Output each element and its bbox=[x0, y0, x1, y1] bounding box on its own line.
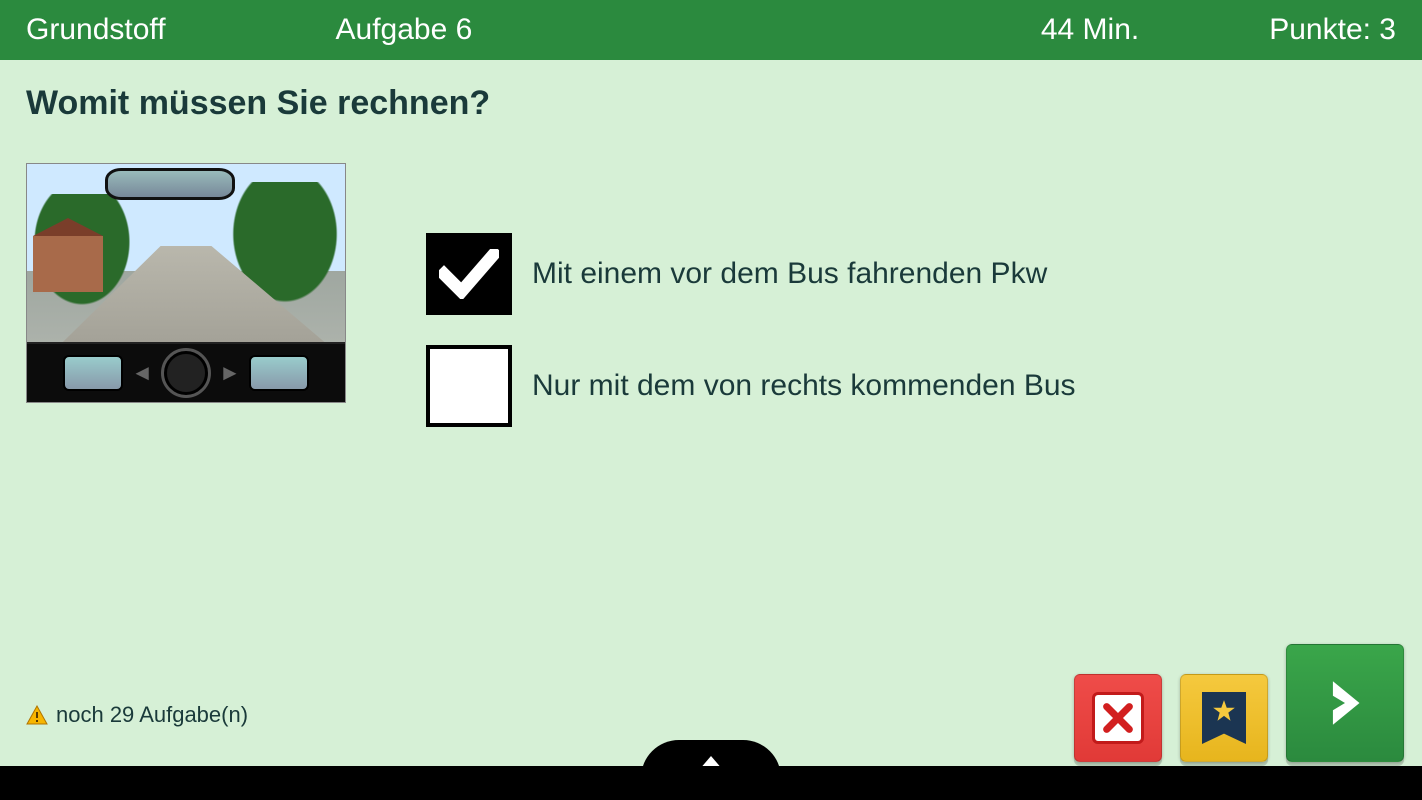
task-number-label: Aufgabe 6 bbox=[336, 13, 473, 47]
bookmark-star-icon bbox=[1202, 692, 1246, 744]
action-buttons bbox=[1074, 644, 1404, 762]
remaining-tasks-text: noch 29 Aufgabe(n) bbox=[56, 702, 248, 728]
remaining-tasks-label: noch 29 Aufgabe(n) bbox=[26, 702, 248, 728]
answer-option: Mit einem vor dem Bus fahrenden Pkw bbox=[426, 233, 1076, 315]
answer-text-2: Nur mit dem von rechts kommenden Bus bbox=[532, 369, 1076, 403]
question-text: Womit müssen Sie rechnen? bbox=[26, 84, 1396, 123]
question-image[interactable]: ◄ ► bbox=[26, 163, 346, 403]
checkmark-icon bbox=[439, 249, 499, 299]
time-remaining-label: 44 Min. bbox=[1041, 13, 1139, 47]
footer-bar bbox=[0, 766, 1422, 800]
answer-text-1: Mit einem vor dem Bus fahrenden Pkw bbox=[532, 257, 1047, 291]
question-area: Womit müssen Sie rechnen? ◄ ► bbox=[0, 60, 1422, 766]
category-label: Grundstoff bbox=[26, 13, 166, 47]
answer-option: Nur mit dem von rechts kommenden Bus bbox=[426, 345, 1076, 427]
cancel-button[interactable] bbox=[1074, 674, 1162, 762]
points-label: Punkte: 3 bbox=[1269, 13, 1396, 47]
close-icon bbox=[1092, 692, 1144, 744]
bookmark-button[interactable] bbox=[1180, 674, 1268, 762]
chevron-right-icon bbox=[1316, 674, 1374, 732]
warning-icon bbox=[26, 705, 48, 725]
answer-list: Mit einem vor dem Bus fahrenden Pkw Nur … bbox=[426, 233, 1076, 457]
next-button[interactable] bbox=[1286, 644, 1404, 762]
header-bar: Grundstoff Aufgabe 6 44 Min. Punkte: 3 bbox=[0, 0, 1422, 60]
answer-checkbox-1[interactable] bbox=[426, 233, 512, 315]
answer-checkbox-2[interactable] bbox=[426, 345, 512, 427]
